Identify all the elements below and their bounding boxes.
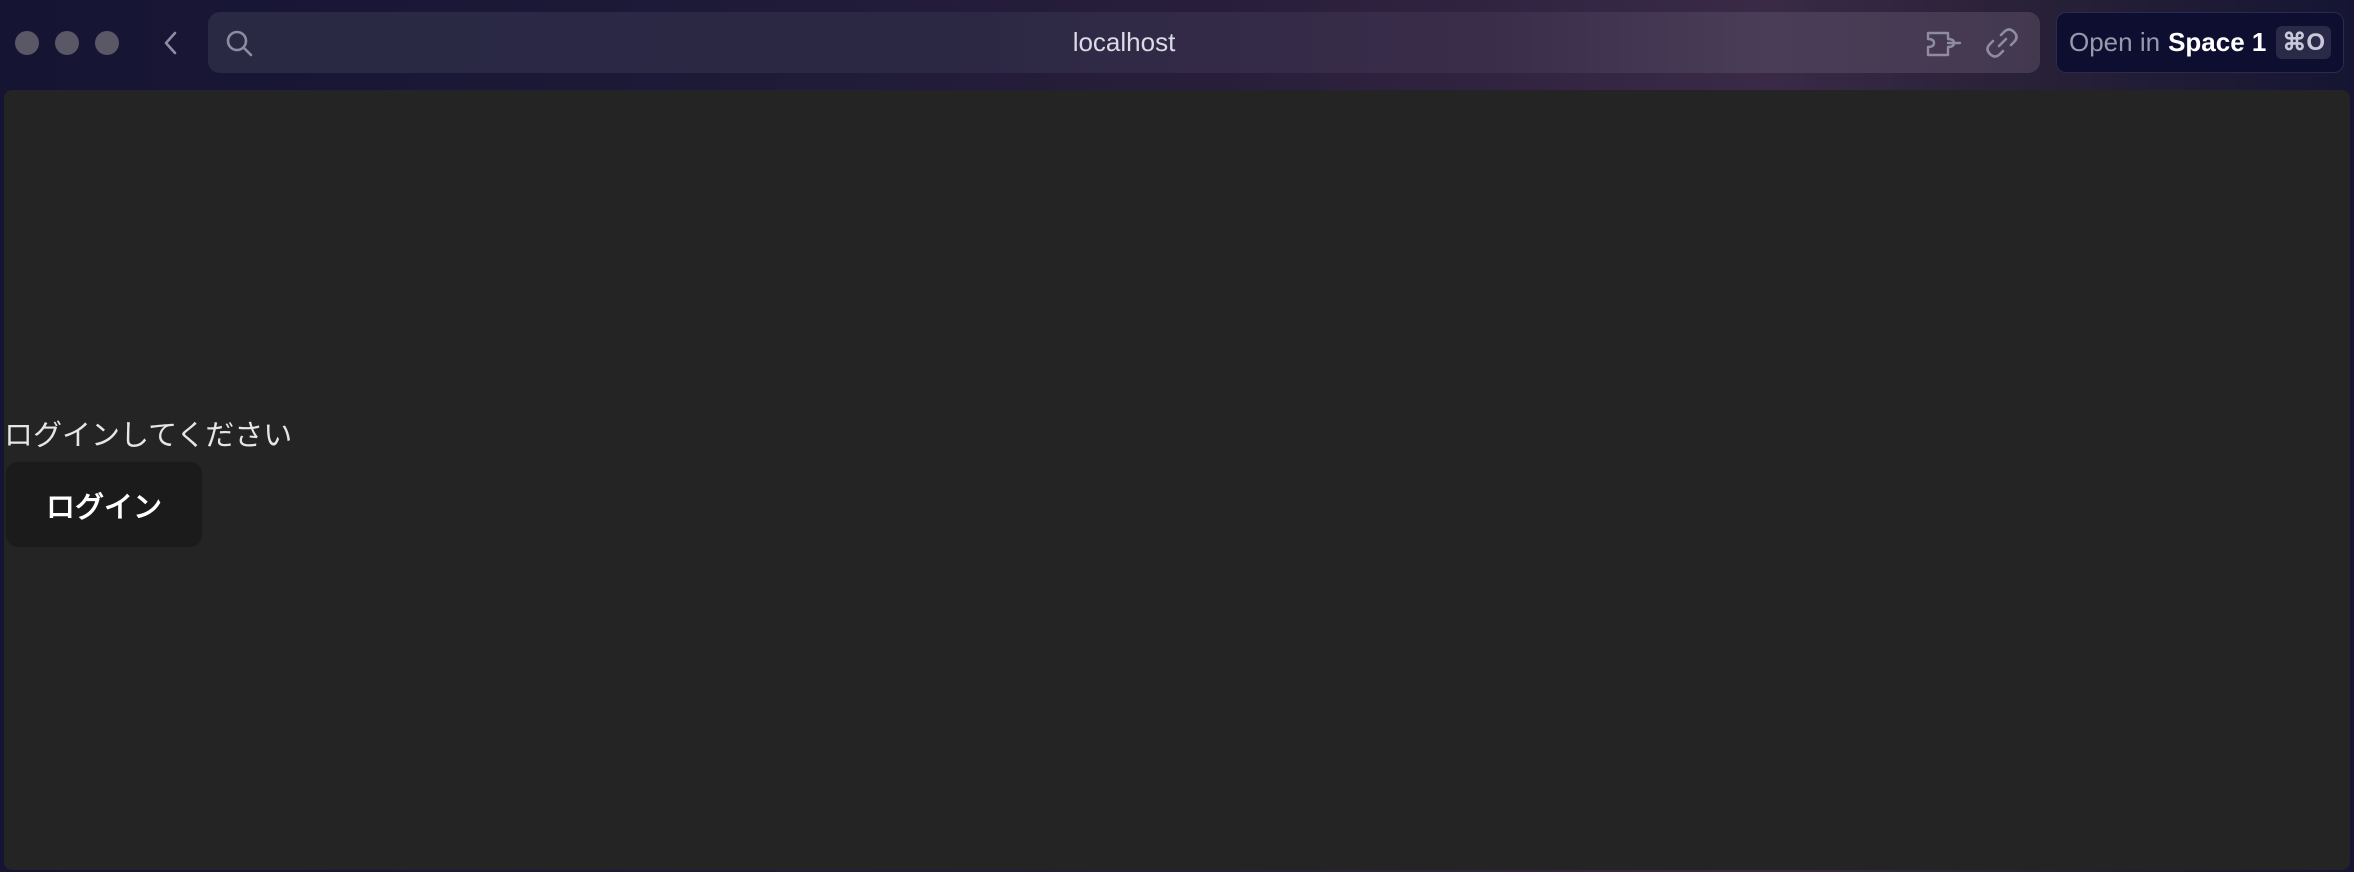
back-button[interactable] bbox=[156, 27, 186, 59]
page-content: ログインしてください ログイン bbox=[4, 90, 2350, 870]
browser-toolbar: localhost Open in Space 1 ⌘O bbox=[0, 0, 2354, 88]
url-text: localhost bbox=[1072, 27, 1176, 57]
open-in-label: Open in bbox=[2069, 27, 2161, 57]
space-name: Space 1 bbox=[2168, 27, 2267, 57]
zoom-window-button[interactable] bbox=[95, 31, 119, 55]
open-in-space-button[interactable]: Open in Space 1 ⌘O bbox=[2056, 12, 2344, 73]
minimize-window-button[interactable] bbox=[55, 31, 79, 55]
link-icon[interactable] bbox=[1984, 26, 2020, 60]
browser-window: localhost Open in Space 1 ⌘O ログインしてください … bbox=[0, 0, 2354, 872]
extension-icon[interactable] bbox=[1924, 26, 1964, 60]
close-window-button[interactable] bbox=[15, 31, 39, 55]
login-prompt-text: ログインしてください bbox=[4, 418, 293, 452]
login-button[interactable]: ログイン bbox=[6, 462, 202, 547]
address-bar[interactable]: localhost bbox=[208, 12, 2040, 73]
chevron-left-icon bbox=[164, 31, 177, 55]
shortcut-badge: ⌘O bbox=[2276, 26, 2332, 59]
